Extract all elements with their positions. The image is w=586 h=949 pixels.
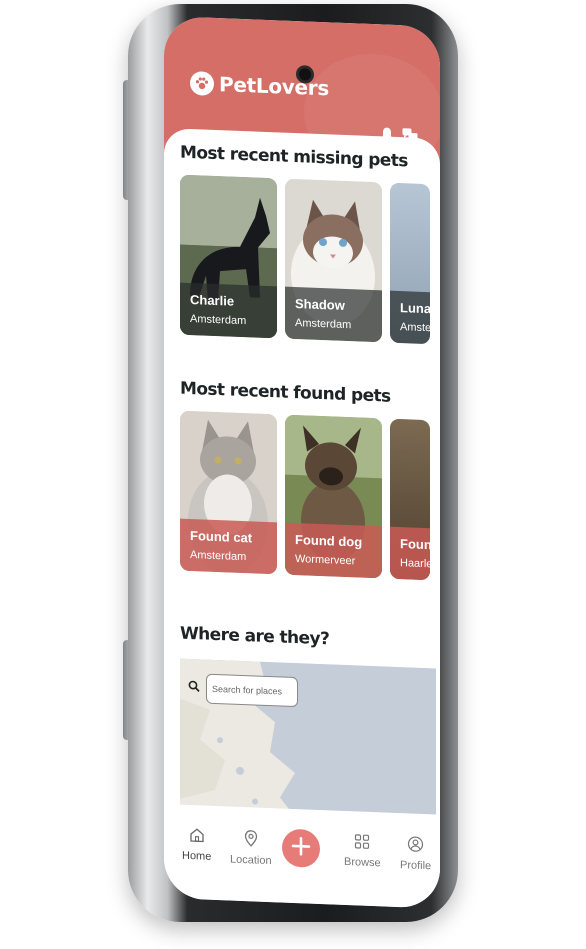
card-place: Haarlem — [400, 557, 430, 571]
missing-pet-card[interactable]: Charlie Amsterdam — [180, 174, 277, 339]
card-name: Shadow — [295, 296, 345, 313]
found-pets-row[interactable]: Found cat Amsterdam Found dog Wormerveer… — [180, 410, 430, 581]
card-name: Found cat — [190, 527, 253, 546]
map-search-input[interactable]: Search for places — [206, 673, 298, 708]
card-place: Wormerveer — [295, 553, 356, 568]
card-place: Amste — [400, 321, 430, 335]
paw-icon — [190, 70, 214, 96]
home-icon — [189, 827, 205, 847]
missing-pet-card[interactable]: Luna Amste — [390, 182, 430, 345]
missing-pets-row[interactable]: Charlie Amsterdam Shadow Amsterdam Luna … — [180, 174, 430, 345]
card-name: Found — [400, 536, 430, 553]
device-mockup: PetLovers Most recent missing pets Charl… — [0, 0, 586, 949]
card-place: Amsterdam — [295, 317, 352, 332]
missing-pets-title: Most recent missing pets — [180, 142, 408, 172]
plus-icon — [291, 835, 311, 861]
add-pet-button[interactable] — [282, 828, 320, 868]
found-pet-card[interactable]: Found Haarlem — [390, 418, 430, 581]
search-placeholder: Search for places — [212, 683, 283, 697]
nav-home-label: Home — [182, 849, 212, 863]
card-name: Found dog — [295, 532, 363, 550]
nav-location-label: Location — [230, 853, 272, 868]
nav-profile-label: Profile — [400, 859, 432, 873]
app-screen: PetLovers Most recent missing pets Charl… — [164, 16, 440, 909]
bottom-navigation: Home Location Browse Profile — [164, 804, 440, 909]
missing-pet-card[interactable]: Shadow Amsterdam — [285, 178, 382, 343]
nav-location[interactable]: Location — [230, 829, 272, 868]
card-name: Charlie — [190, 291, 235, 309]
location-pin-icon — [243, 829, 259, 851]
content-panel: Most recent missing pets Charlie Amsterd… — [164, 128, 440, 849]
map-title: Where are they? — [180, 623, 330, 650]
user-circle-icon — [407, 835, 424, 856]
search-icon — [188, 679, 200, 697]
nav-browse[interactable]: Browse — [344, 833, 381, 869]
grid-icon — [354, 833, 370, 853]
card-name: Luna — [400, 300, 430, 317]
found-pet-card[interactable]: Found dog Wormerveer — [285, 414, 382, 579]
nav-home[interactable]: Home — [182, 827, 211, 863]
nav-browse-label: Browse — [344, 855, 381, 870]
found-pets-title: Most recent found pets — [180, 378, 391, 407]
card-place: Amsterdam — [190, 312, 247, 328]
found-pet-card[interactable]: Found cat Amsterdam — [180, 410, 277, 575]
card-place: Amsterdam — [190, 548, 247, 564]
nav-profile[interactable]: Profile — [400, 835, 431, 872]
app-name: PetLovers — [219, 72, 329, 101]
